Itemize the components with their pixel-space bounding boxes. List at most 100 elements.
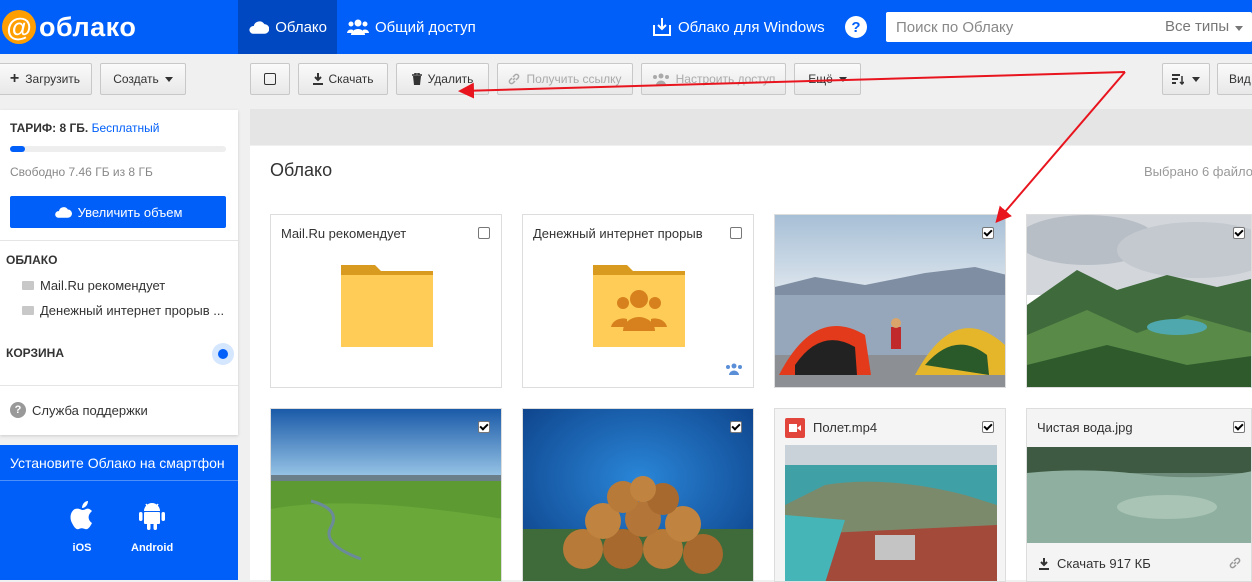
increase-storage-label: Увеличить объем	[77, 204, 183, 220]
type-filter-label: Все типы	[1165, 18, 1230, 35]
photo-card-meadow[interactable]	[270, 408, 502, 582]
trash-indicator	[212, 343, 234, 365]
photo-green-meadow	[271, 409, 501, 581]
sidebar-folder-mailru[interactable]: Mail.Ru рекомендует	[22, 278, 165, 293]
logo-at-icon: @	[2, 10, 36, 44]
type-filter[interactable]: Все типы	[1165, 18, 1244, 35]
chevron-down-icon	[838, 76, 847, 82]
item-checkbox[interactable]	[1233, 421, 1245, 433]
configure-access-label: Настроить доступ	[675, 72, 776, 86]
question-icon: ?	[10, 402, 26, 418]
more-button[interactable]: Ещё	[794, 63, 861, 95]
chevron-down-icon	[1192, 76, 1200, 82]
folder-card-money[interactable]: Денежный интернет прорыв	[522, 214, 754, 388]
download-size-label: Скачать 917 КБ	[1057, 556, 1151, 571]
video-icon	[785, 418, 805, 438]
logo-text: облако	[39, 11, 137, 42]
configure-access-button[interactable]: Настроить доступ	[641, 63, 786, 95]
chevron-down-icon	[164, 76, 173, 82]
promo-title: Установите Облако на смартфон	[10, 455, 225, 471]
view-button[interactable]: Вид	[1217, 63, 1252, 95]
apple-icon	[70, 501, 92, 530]
download-button[interactable]: Скачать	[298, 63, 388, 95]
folder-card-mailru[interactable]: Mail.Ru рекомендует	[270, 214, 502, 388]
photo-mountain-lake	[1027, 215, 1251, 387]
android-link[interactable]: Android	[131, 500, 173, 554]
photo-card-tents[interactable]	[774, 214, 1006, 388]
get-link-button[interactable]: Получить ссылку	[497, 63, 633, 95]
tariff: ТАРИФ: 8 ГБ. Бесплатный	[10, 121, 159, 135]
item-checkbox[interactable]	[1233, 227, 1245, 239]
checkbox-icon	[264, 73, 276, 85]
storage-progress-bar	[10, 146, 226, 152]
create-label: Создать	[113, 72, 159, 86]
link-icon[interactable]	[1229, 557, 1241, 569]
download-row[interactable]: Скачать 917 КБ	[1039, 556, 1151, 571]
item-checkbox[interactable]	[730, 227, 742, 239]
support-link[interactable]: ? Служба поддержки	[10, 402, 148, 418]
link-icon	[509, 73, 520, 85]
tab-shared-label: Общий доступ	[375, 18, 476, 36]
sidebar: ТАРИФ: 8 ГБ. Бесплатный Свободно 7.46 ГБ…	[0, 110, 238, 435]
delete-button[interactable]: Удалить	[396, 63, 489, 95]
toolbar-strip	[250, 109, 1252, 145]
plus-icon: +	[9, 70, 20, 87]
free-space-text: Свободно 7.46 ГБ из 8 ГБ	[10, 165, 153, 179]
android-label: Android	[131, 542, 174, 554]
item-checkbox[interactable]	[730, 421, 742, 433]
upload-button[interactable]: + Загрузить	[0, 63, 92, 95]
folder-icon	[22, 306, 34, 315]
divider	[0, 385, 238, 386]
photo-card-clean-water[interactable]: Чистая вода.jpg Скачать 917 КБ	[1026, 408, 1252, 582]
sort-icon	[1172, 74, 1184, 85]
create-button[interactable]: Создать	[100, 63, 186, 95]
item-checkbox[interactable]	[478, 227, 490, 239]
item-checkbox[interactable]	[982, 421, 994, 433]
logo[interactable]: @ облако	[0, 0, 136, 54]
tariff-label: ТАРИФ: 8 ГБ.	[10, 121, 89, 135]
video-card-flight[interactable]: Полет.mp4	[774, 408, 1006, 582]
sidebar-folder-label: Mail.Ru рекомендует	[40, 278, 166, 293]
photo-card-haystacks[interactable]	[522, 408, 754, 582]
top-bar: @ облако Облако Общий доступ Облако для …	[0, 0, 1252, 54]
cloud-section-heading[interactable]: ОБЛАКО	[6, 253, 57, 267]
ios-link[interactable]: iOS	[68, 500, 96, 554]
delete-label: Удалить	[427, 72, 474, 86]
item-checkbox[interactable]	[982, 227, 994, 239]
item-name: Денежный интернет прорыв	[533, 226, 703, 241]
download-icon	[312, 73, 323, 85]
increase-storage-button[interactable]: Увеличить объем	[10, 196, 226, 228]
select-all-button[interactable]	[250, 63, 290, 95]
help-icon[interactable]: ?	[845, 16, 867, 38]
photo-card-mountains[interactable]	[1026, 214, 1252, 388]
download-windows-label: Облако для Windows	[678, 18, 825, 36]
file-area: Облако Выбрано 6 файлов Mail.Ru рекоменд…	[250, 146, 1252, 582]
sidebar-folder-money[interactable]: Денежный интернет прорыв ...	[22, 303, 224, 318]
download-label: Скачать	[328, 72, 374, 86]
trash-section-heading[interactable]: КОРЗИНА	[6, 346, 64, 360]
tab-cloud[interactable]: Облако	[238, 0, 337, 54]
photo-clean-water	[1027, 447, 1251, 543]
search-input[interactable]	[886, 13, 1126, 41]
android-icon	[139, 503, 166, 530]
item-checkbox[interactable]	[478, 421, 490, 433]
upload-label: Загрузить	[25, 72, 81, 86]
get-link-label: Получить ссылку	[526, 72, 622, 86]
view-label: Вид	[1229, 72, 1251, 86]
search-box: Все типы	[886, 12, 1252, 42]
divider	[0, 480, 238, 481]
divider	[0, 240, 238, 241]
support-label: Служба поддержки	[32, 402, 148, 418]
tariff-plan-link[interactable]: Бесплатный	[92, 121, 160, 135]
sidebar-folder-label: Денежный интернет прорыв ...	[40, 303, 225, 318]
item-name: Mail.Ru рекомендует	[281, 226, 407, 241]
folder-icon	[341, 265, 433, 347]
tab-shared[interactable]: Общий доступ	[337, 0, 486, 54]
download-windows-link[interactable]: Облако для Windows	[642, 0, 835, 54]
photo-haystacks	[523, 409, 753, 581]
sort-button[interactable]	[1162, 63, 1210, 95]
folder-icon	[22, 281, 34, 290]
page-title: Облако	[270, 160, 333, 180]
shared-icon	[726, 363, 742, 375]
people-icon	[652, 73, 669, 85]
